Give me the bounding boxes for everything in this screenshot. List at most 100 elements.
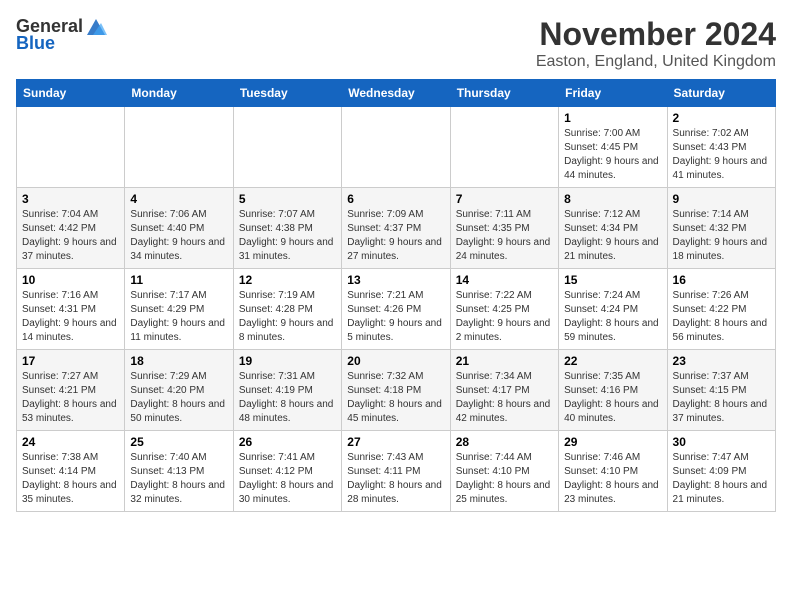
day-number: 5 (239, 192, 336, 206)
day-info: Sunrise: 7:46 AM Sunset: 4:10 PM Dayligh… (564, 451, 661, 507)
day-info: Sunrise: 7:41 AM Sunset: 4:12 PM Dayligh… (239, 451, 336, 507)
day-cell: 9Sunrise: 7:14 AM Sunset: 4:32 PM Daylig… (667, 188, 775, 269)
day-info: Sunrise: 7:22 AM Sunset: 4:25 PM Dayligh… (456, 289, 553, 345)
day-number: 22 (564, 354, 661, 368)
day-cell (125, 107, 233, 188)
day-info: Sunrise: 7:00 AM Sunset: 4:45 PM Dayligh… (564, 127, 661, 183)
day-cell: 23 Sunrise: 7:37 AM Sunset: 4:15 PM Dayli… (667, 350, 775, 431)
logo-icon (85, 17, 107, 37)
header-day-friday: Friday (559, 80, 667, 107)
header-day-thursday: Thursday (450, 80, 558, 107)
day-cell (342, 107, 450, 188)
month-title: November 2024 (536, 16, 776, 53)
day-number: 18 (130, 354, 227, 368)
day-info: Sunrise: 7:37 AM Sunset: 4:15 PM Dayligh… (673, 370, 770, 426)
day-cell: 20 Sunrise: 7:32 AM Sunset: 4:18 PM Dayli… (342, 350, 450, 431)
day-number: 2 (673, 111, 770, 125)
day-cell: 13Sunrise: 7:21 AM Sunset: 4:26 PM Dayli… (342, 269, 450, 350)
week-row-2: 3 Sunrise: 7:04 AM Sunset: 4:42 PM Daylig… (17, 188, 776, 269)
day-info: Sunrise: 7:11 AM Sunset: 4:35 PM Dayligh… (456, 208, 553, 264)
day-cell: 22 Sunrise: 7:35 AM Sunset: 4:16 PM Dayli… (559, 350, 667, 431)
week-row-4: 17Sunrise: 7:27 AM Sunset: 4:21 PM Dayli… (17, 350, 776, 431)
day-cell: 4 Sunrise: 7:06 AM Sunset: 4:40 PM Daylig… (125, 188, 233, 269)
day-number: 27 (347, 435, 444, 449)
week-row-1: 1 Sunrise: 7:00 AM Sunset: 4:45 PM Daylig… (17, 107, 776, 188)
day-cell: 12 Sunrise: 7:19 AM Sunset: 4:28 PM Dayli… (233, 269, 341, 350)
day-number: 19 (239, 354, 336, 368)
day-cell: 2 Sunrise: 7:02 AM Sunset: 4:43 PM Daylig… (667, 107, 775, 188)
day-info: Sunrise: 7:29 AM Sunset: 4:20 PM Dayligh… (130, 370, 227, 426)
day-cell: 5 Sunrise: 7:07 AM Sunset: 4:38 PM Daylig… (233, 188, 341, 269)
day-info: Sunrise: 7:38 AM Sunset: 4:14 PM Dayligh… (22, 451, 119, 507)
day-number: 16 (673, 273, 770, 287)
day-number: 23 (673, 354, 770, 368)
day-info: Sunrise: 7:04 AM Sunset: 4:42 PM Dayligh… (22, 208, 119, 264)
header-day-wednesday: Wednesday (342, 80, 450, 107)
day-info: Sunrise: 7:34 AM Sunset: 4:17 PM Dayligh… (456, 370, 553, 426)
day-info: Sunrise: 7:14 AM Sunset: 4:32 PM Dayligh… (673, 208, 770, 264)
day-info: Sunrise: 7:02 AM Sunset: 4:43 PM Dayligh… (673, 127, 770, 183)
day-number: 12 (239, 273, 336, 287)
day-info: Sunrise: 7:07 AM Sunset: 4:38 PM Dayligh… (239, 208, 336, 264)
day-cell: 6 Sunrise: 7:09 AM Sunset: 4:37 PM Daylig… (342, 188, 450, 269)
day-info: Sunrise: 7:32 AM Sunset: 4:18 PM Dayligh… (347, 370, 444, 426)
day-info: Sunrise: 7:24 AM Sunset: 4:24 PM Dayligh… (564, 289, 661, 345)
logo: General Blue (16, 16, 107, 54)
day-cell: 28 Sunrise: 7:44 AM Sunset: 4:10 PM Dayli… (450, 431, 558, 512)
header-day-tuesday: Tuesday (233, 80, 341, 107)
day-cell: 26Sunrise: 7:41 AM Sunset: 4:12 PM Dayli… (233, 431, 341, 512)
day-number: 28 (456, 435, 553, 449)
day-cell: 17Sunrise: 7:27 AM Sunset: 4:21 PM Dayli… (17, 350, 125, 431)
day-cell: 24Sunrise: 7:38 AM Sunset: 4:14 PM Dayli… (17, 431, 125, 512)
day-info: Sunrise: 7:12 AM Sunset: 4:34 PM Dayligh… (564, 208, 661, 264)
header-area: General Blue November 2024 Easton, Engla… (16, 16, 776, 71)
day-cell: 18 Sunrise: 7:29 AM Sunset: 4:20 PM Dayli… (125, 350, 233, 431)
day-number: 20 (347, 354, 444, 368)
day-info: Sunrise: 7:35 AM Sunset: 4:16 PM Dayligh… (564, 370, 661, 426)
day-number: 3 (22, 192, 119, 206)
day-cell: 3 Sunrise: 7:04 AM Sunset: 4:42 PM Daylig… (17, 188, 125, 269)
day-info: Sunrise: 7:09 AM Sunset: 4:37 PM Dayligh… (347, 208, 444, 264)
header-day-sunday: Sunday (17, 80, 125, 107)
day-info: Sunrise: 7:21 AM Sunset: 4:26 PM Dayligh… (347, 289, 444, 345)
day-cell: 21 Sunrise: 7:34 AM Sunset: 4:17 PM Dayli… (450, 350, 558, 431)
day-info: Sunrise: 7:40 AM Sunset: 4:13 PM Dayligh… (130, 451, 227, 507)
day-cell: 29 Sunrise: 7:46 AM Sunset: 4:10 PM Dayli… (559, 431, 667, 512)
day-info: Sunrise: 7:47 AM Sunset: 4:09 PM Dayligh… (673, 451, 770, 507)
day-number: 7 (456, 192, 553, 206)
logo-blue: Blue (16, 33, 55, 54)
calendar-table: SundayMondayTuesdayWednesdayThursdayFrid… (16, 79, 776, 512)
day-info: Sunrise: 7:26 AM Sunset: 4:22 PM Dayligh… (673, 289, 770, 345)
day-number: 21 (456, 354, 553, 368)
day-info: Sunrise: 7:19 AM Sunset: 4:28 PM Dayligh… (239, 289, 336, 345)
day-number: 14 (456, 273, 553, 287)
day-info: Sunrise: 7:43 AM Sunset: 4:11 PM Dayligh… (347, 451, 444, 507)
day-info: Sunrise: 7:31 AM Sunset: 4:19 PM Dayligh… (239, 370, 336, 426)
day-cell: 15 Sunrise: 7:24 AM Sunset: 4:24 PM Dayli… (559, 269, 667, 350)
header-day-saturday: Saturday (667, 80, 775, 107)
day-info: Sunrise: 7:06 AM Sunset: 4:40 PM Dayligh… (130, 208, 227, 264)
day-number: 6 (347, 192, 444, 206)
day-cell: 19 Sunrise: 7:31 AM Sunset: 4:19 PM Dayli… (233, 350, 341, 431)
day-cell: 30 Sunrise: 7:47 AM Sunset: 4:09 PM Dayli… (667, 431, 775, 512)
day-cell: 7 Sunrise: 7:11 AM Sunset: 4:35 PM Daylig… (450, 188, 558, 269)
day-number: 29 (564, 435, 661, 449)
day-number: 8 (564, 192, 661, 206)
day-number: 30 (673, 435, 770, 449)
day-cell (17, 107, 125, 188)
day-info: Sunrise: 7:16 AM Sunset: 4:31 PM Dayligh… (22, 289, 119, 345)
header-day-monday: Monday (125, 80, 233, 107)
day-number: 17 (22, 354, 119, 368)
day-cell: 25 Sunrise: 7:40 AM Sunset: 4:13 PM Dayli… (125, 431, 233, 512)
day-info: Sunrise: 7:44 AM Sunset: 4:10 PM Dayligh… (456, 451, 553, 507)
day-number: 1 (564, 111, 661, 125)
day-number: 25 (130, 435, 227, 449)
day-cell (233, 107, 341, 188)
day-number: 10 (22, 273, 119, 287)
day-number: 4 (130, 192, 227, 206)
day-cell: 27 Sunrise: 7:43 AM Sunset: 4:11 PM Dayli… (342, 431, 450, 512)
day-cell: 8 Sunrise: 7:12 AM Sunset: 4:34 PM Daylig… (559, 188, 667, 269)
day-cell (450, 107, 558, 188)
day-cell: 11Sunrise: 7:17 AM Sunset: 4:29 PM Dayli… (125, 269, 233, 350)
day-number: 15 (564, 273, 661, 287)
